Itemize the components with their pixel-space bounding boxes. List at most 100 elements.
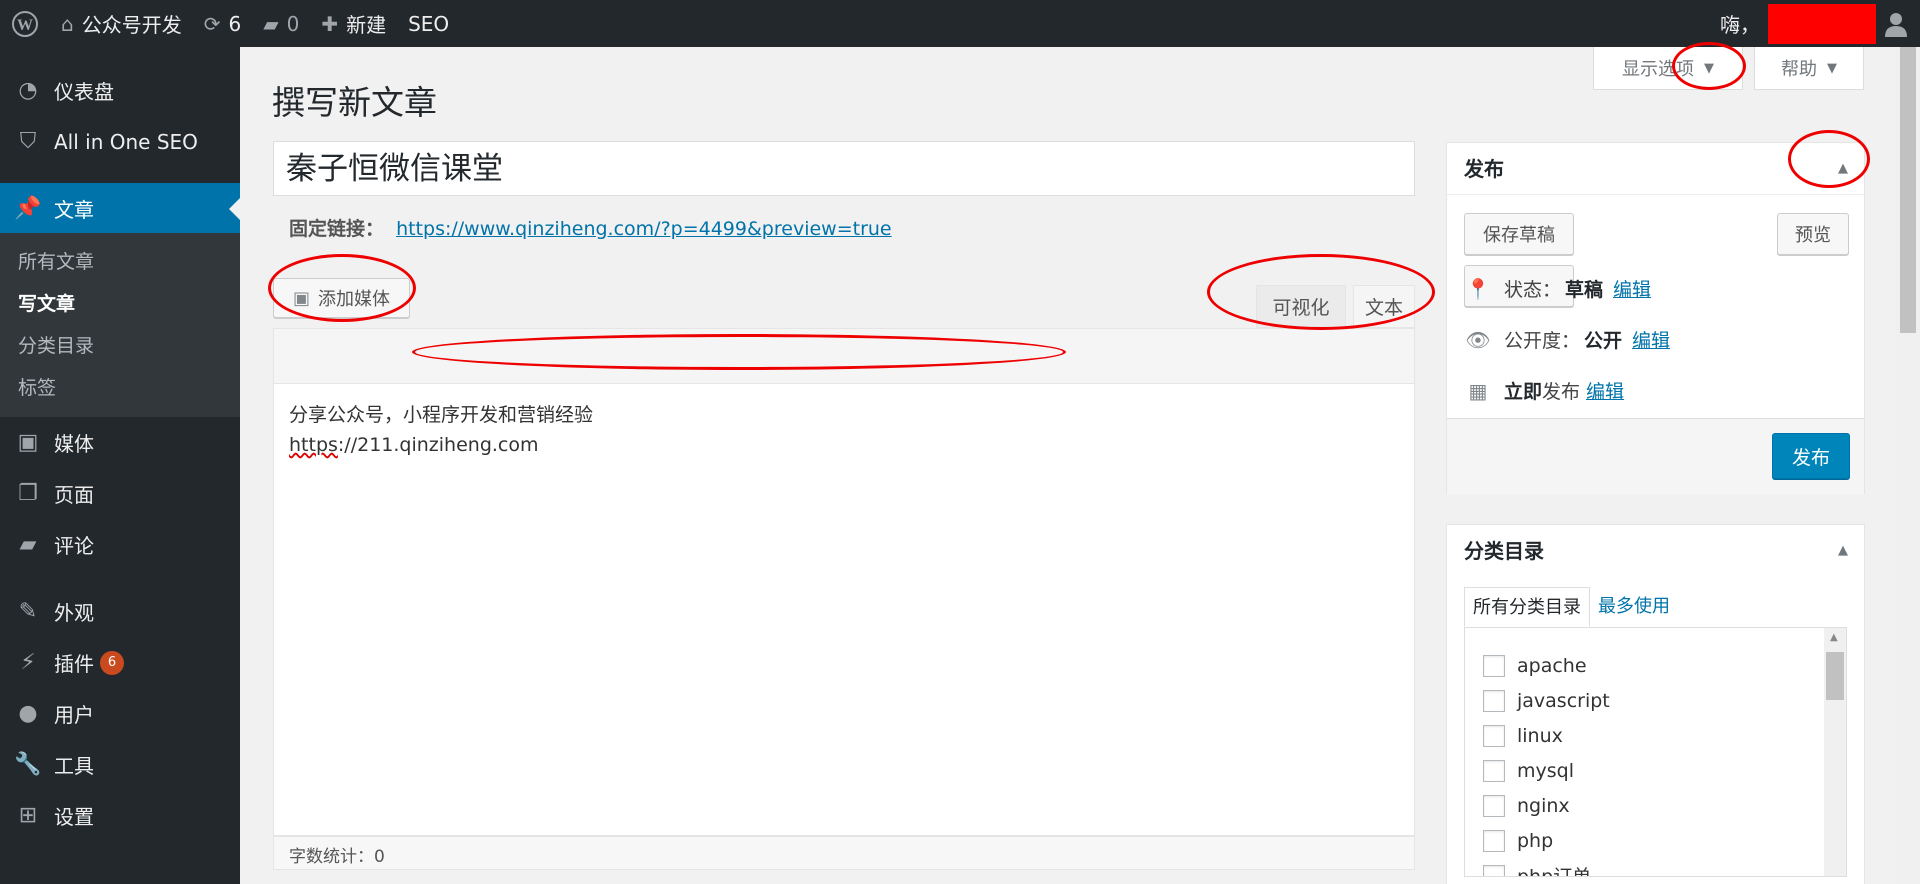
category-checkbox[interactable] <box>1483 724 1505 747</box>
editor-toolbar <box>273 328 1415 384</box>
plugins-update-badge: 6 <box>100 650 124 675</box>
settings-icon: ⊞ <box>18 803 38 828</box>
scroll-up-arrow-icon[interactable]: ▲ <box>1830 632 1838 643</box>
sidebar-item-posts[interactable]: 📌 文章 <box>0 183 240 233</box>
site-name-link[interactable]: ⌂ 公众号开发 <box>50 0 193 47</box>
content-line: https://211.qinziheng.com <box>289 434 539 456</box>
shield-icon: ⛉ <box>19 129 37 154</box>
edit-schedule-link[interactable]: 编辑 <box>1586 377 1624 404</box>
sidebar-item-media[interactable]: ▣ 媒体 <box>0 417 240 468</box>
category-item[interactable]: nginx <box>1483 788 1846 823</box>
preview-button[interactable]: 预览 <box>1777 213 1849 255</box>
categories-box: 分类目录 ▲ 所有分类目录 最多使用 apache javascript lin… <box>1446 524 1865 884</box>
publish-box-header[interactable]: 发布 ▲ <box>1447 143 1864 195</box>
permalink-url-link[interactable]: https://www.qinziheng.com/?p=4499&previe… <box>396 218 892 240</box>
sidebar-item-aioseo[interactable]: ⛉ All in One SEO <box>0 116 240 167</box>
new-content-link[interactable]: ✚ 新建 <box>310 0 397 47</box>
pushpin-icon: 📌 <box>14 195 42 221</box>
page-title: 撰写新文章 <box>272 83 437 122</box>
collapse-toggle-icon[interactable]: ▲ <box>1838 525 1848 577</box>
eye-icon: 👁 <box>1465 327 1491 352</box>
schedule-row: ▦ 立即 发布 编辑 <box>1447 365 1864 416</box>
plugin-icon: ⚡ <box>20 650 36 675</box>
submenu-add-new-post[interactable]: 写文章 <box>0 283 240 325</box>
comment-icon: ▰ <box>263 11 279 36</box>
updates-link[interactable]: ⟳ 6 <box>193 0 253 47</box>
screen-options-button[interactable]: 显示选项 ▼ <box>1593 47 1743 90</box>
category-item[interactable]: php订单 <box>1483 858 1846 876</box>
category-item[interactable]: linux <box>1483 718 1846 753</box>
sidebar-item-pages[interactable]: ❐ 页面 <box>0 468 240 519</box>
visibility-row: 👁 公开度： 公开 编辑 <box>1465 326 1671 353</box>
publish-box: 发布 ▲ 保存草稿 预览 📍 状态： 草稿 编辑 👁 公开度： 公开 编辑 ▦ … <box>1446 142 1865 494</box>
seo-link[interactable]: SEO <box>397 0 460 47</box>
add-media-button[interactable]: ▣ 添加媒体 <box>273 278 410 318</box>
posts-submenu: 所有文章 写文章 分类目录 标签 <box>0 233 240 417</box>
plus-icon: ✚ <box>321 11 339 36</box>
category-item[interactable]: apache <box>1483 648 1846 683</box>
submenu-categories[interactable]: 分类目录 <box>0 325 240 367</box>
help-button[interactable]: 帮助 ▼ <box>1754 47 1864 90</box>
sidebar-item-settings[interactable]: ⊞ 设置 <box>0 790 240 841</box>
media-icon: ▣ <box>17 430 39 455</box>
category-checkbox[interactable] <box>1483 759 1505 782</box>
comment-icon: ▰ <box>19 532 37 557</box>
tab-all-categories[interactable]: 所有分类目录 <box>1464 587 1590 627</box>
post-status-row: 📍 状态： 草稿 编辑 <box>1465 275 1652 302</box>
post-content-editor[interactable]: 分享公众号，小程序开发和营销经验 https://211.qinziheng.c… <box>273 384 1415 836</box>
page-scrollbar-thumb[interactable] <box>1900 47 1916 333</box>
save-draft-button[interactable]: 保存草稿 <box>1464 213 1574 255</box>
comments-link[interactable]: ▰ 0 <box>252 0 310 47</box>
dashboard-icon: ◔ <box>18 78 38 103</box>
category-checkbox[interactable] <box>1483 864 1505 876</box>
sidebar-item-comments[interactable]: ▰ 评论 <box>0 519 240 570</box>
tab-visual[interactable]: 可视化 <box>1256 285 1346 328</box>
category-checkbox[interactable] <box>1483 794 1505 817</box>
edit-visibility-link[interactable]: 编辑 <box>1632 326 1670 353</box>
word-count: 字数统计：0 <box>273 836 1415 870</box>
paintbrush-icon: ✎ <box>18 599 38 624</box>
category-scrollbar-thumb[interactable] <box>1826 652 1844 700</box>
category-item[interactable]: mysql <box>1483 753 1846 788</box>
redacted-username <box>1768 3 1876 44</box>
page-scrollbar[interactable] <box>1896 47 1920 884</box>
triangle-down-icon: ▼ <box>1704 60 1714 76</box>
publish-button[interactable]: 发布 <box>1772 433 1850 479</box>
updates-icon: ⟳ <box>203 11 221 36</box>
account-menu[interactable]: 嗨， <box>1709 0 1760 47</box>
category-checkbox[interactable] <box>1483 654 1505 677</box>
home-icon: ⌂ <box>61 11 74 36</box>
triangle-down-icon: ▼ <box>1827 60 1837 76</box>
wrench-icon: 🔧 <box>14 752 42 777</box>
sidebar-item-users[interactable]: ● 用户 <box>0 688 240 739</box>
media-icon: ▣ <box>292 287 310 309</box>
user-icon: ● <box>18 701 38 726</box>
category-item[interactable]: php <box>1483 823 1846 858</box>
submenu-tags[interactable]: 标签 <box>0 367 240 409</box>
permalink: 固定链接： https://www.qinziheng.com/?p=4499&… <box>289 218 892 240</box>
submenu-all-posts[interactable]: 所有文章 <box>0 241 240 283</box>
user-avatar-icon[interactable] <box>1884 0 1920 47</box>
svg-text:W: W <box>17 17 33 34</box>
post-title-input[interactable]: 秦子恒微信课堂 <box>273 141 1415 196</box>
edit-status-link[interactable]: 编辑 <box>1613 275 1651 302</box>
category-item[interactable]: javascript <box>1483 683 1846 718</box>
tab-most-used[interactable]: 最多使用 <box>1590 587 1678 627</box>
category-checklist: apache javascript linux mysql nginx php … <box>1464 627 1847 877</box>
sidebar-item-dashboard[interactable]: ◔ 仪表盘 <box>0 65 240 116</box>
collapse-toggle-icon[interactable]: ▲ <box>1838 143 1848 195</box>
calendar-icon: ▦ <box>1468 378 1488 403</box>
pages-icon: ❐ <box>18 481 38 506</box>
category-checkbox[interactable] <box>1483 829 1505 852</box>
category-checkbox[interactable] <box>1483 689 1505 712</box>
sidebar-item-tools[interactable]: 🔧 工具 <box>0 739 240 790</box>
category-tabs: 所有分类目录 最多使用 <box>1464 587 1847 627</box>
admin-sidebar: ◔ 仪表盘 ⛉ All in One SEO 📌 文章 所有文章 写文章 分类目… <box>0 47 240 884</box>
sidebar-item-appearance[interactable]: ✎ 外观 <box>0 586 240 637</box>
tab-text[interactable]: 文本 <box>1353 285 1415 328</box>
sidebar-item-plugins[interactable]: ⚡ 插件 6 <box>0 637 240 688</box>
category-scrollbar[interactable]: ▲ <box>1824 628 1846 876</box>
wordpress-logo-icon[interactable]: W <box>0 0 50 47</box>
admin-bar: W ⌂ 公众号开发 ⟳ 6 ▰ 0 ✚ 新建 SEO 嗨， <box>0 0 1920 47</box>
categories-box-header[interactable]: 分类目录 ▲ <box>1447 525 1864 577</box>
